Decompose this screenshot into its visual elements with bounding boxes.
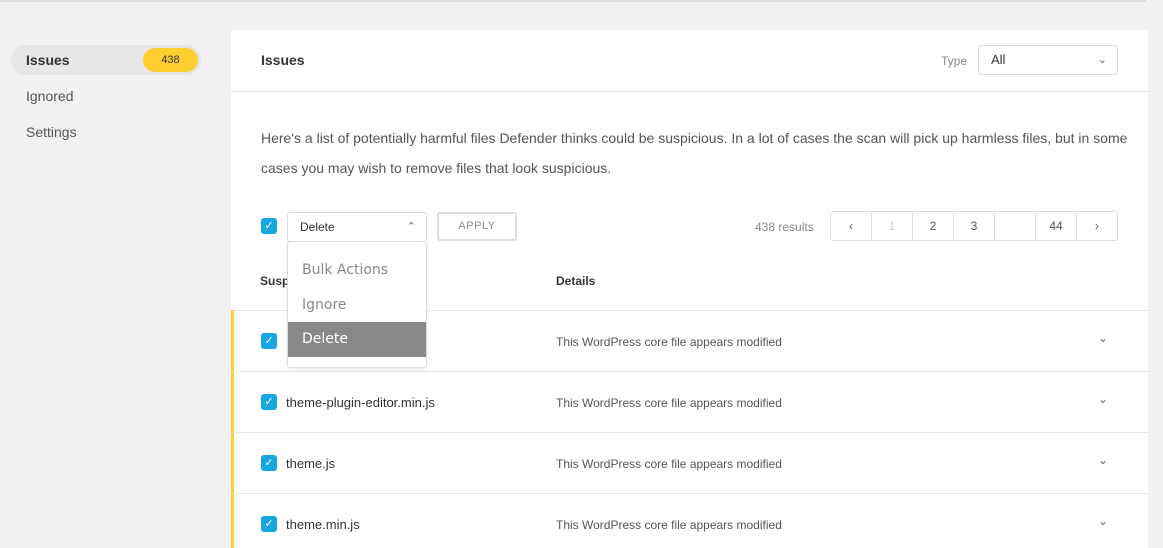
row-checkbox[interactable]: ✓	[261, 516, 277, 532]
row-checkbox[interactable]: ✓	[261, 394, 277, 410]
sidebar-item-ignored[interactable]: Ignored	[11, 81, 201, 111]
check-icon: ✓	[264, 220, 274, 232]
select-all-checkbox[interactable]: ✓	[261, 218, 277, 234]
row-checkbox[interactable]: ✓	[261, 333, 277, 349]
pagination: ‹ 1 2 3 44 ›	[830, 211, 1118, 241]
type-filter-label: Type	[941, 54, 968, 68]
file-name: theme-plugin-editor.min.js	[286, 395, 435, 410]
dropdown-option-bulk-actions[interactable]: Bulk Actions	[288, 253, 426, 288]
next-page-button[interactable]: ›	[1077, 212, 1117, 240]
chevron-down-icon[interactable]: ⌄	[1098, 331, 1108, 345]
check-icon: ✓	[264, 335, 274, 347]
issue-detail: This WordPress core file appears modifie…	[556, 518, 782, 532]
chevron-right-icon: ›	[1095, 219, 1099, 233]
bulk-action-select[interactable]: Delete ⌃	[287, 212, 427, 242]
sidebar-item-label: Issues	[26, 52, 70, 68]
chevron-left-icon: ‹	[849, 219, 853, 233]
chevron-down-icon[interactable]: ⌄	[1098, 453, 1108, 467]
sidebar-item-label: Ignored	[26, 88, 74, 104]
column-header-details: Details	[556, 274, 596, 288]
top-divider	[0, 0, 1146, 2]
column-header-suspicious: Susp	[260, 274, 290, 288]
type-filter-select[interactable]: All ⌄	[978, 45, 1118, 75]
chevron-up-icon: ⌃	[406, 221, 416, 233]
file-name: theme.js	[286, 456, 336, 471]
chevron-down-icon[interactable]: ⌄	[1098, 514, 1108, 528]
sidebar-item-settings[interactable]: Settings	[11, 117, 201, 147]
chevron-down-icon[interactable]: ⌄	[1098, 392, 1108, 406]
table-row[interactable]: ✓ theme.min.js This WordPress core file …	[231, 493, 1148, 548]
sidebar: Issues 438 Ignored Settings	[11, 45, 201, 153]
row-checkbox[interactable]: ✓	[261, 455, 277, 471]
page-button-2[interactable]: 2	[913, 212, 954, 240]
bulk-action-dropdown: Bulk Actions Ignore Delete	[287, 241, 427, 368]
dropdown-option-delete[interactable]: Delete	[288, 322, 426, 357]
page-button-44[interactable]: 44	[1036, 212, 1077, 240]
check-icon: ✓	[264, 396, 274, 408]
issue-detail: This WordPress core file appears modifie…	[556, 396, 782, 410]
issue-detail: This WordPress core file appears modifie…	[556, 457, 782, 471]
chevron-down-icon: ⌄	[1097, 54, 1107, 66]
page-button-1[interactable]: 1	[872, 212, 913, 240]
page-ellipsis	[995, 212, 1036, 240]
file-name: theme.min.js	[286, 517, 360, 532]
apply-button[interactable]: APPLY	[437, 212, 517, 241]
page-title: Issues	[261, 52, 305, 68]
check-icon: ✓	[264, 518, 274, 530]
dropdown-option-ignore[interactable]: Ignore	[288, 288, 426, 323]
issue-detail: This WordPress core file appears modifie…	[556, 335, 782, 349]
sidebar-item-label: Settings	[26, 124, 77, 140]
description-text: Here's a list of potentially harmful fil…	[261, 130, 1128, 176]
results-count: 438 results	[755, 220, 814, 234]
table-row[interactable]: ✓ theme.js This WordPress core file appe…	[231, 432, 1148, 493]
check-icon: ✓	[264, 457, 274, 469]
bulk-action-value: Delete	[300, 220, 335, 234]
type-filter-value: All	[991, 52, 1006, 67]
issues-count-badge: 438	[143, 48, 198, 72]
page-button-3[interactable]: 3	[954, 212, 995, 240]
table-row[interactable]: ✓ theme-plugin-editor.min.js This WordPr…	[231, 371, 1148, 432]
panel-header: Issues Type All ⌄	[231, 30, 1148, 92]
sidebar-item-issues[interactable]: Issues 438	[11, 45, 201, 75]
prev-page-button[interactable]: ‹	[831, 212, 872, 240]
